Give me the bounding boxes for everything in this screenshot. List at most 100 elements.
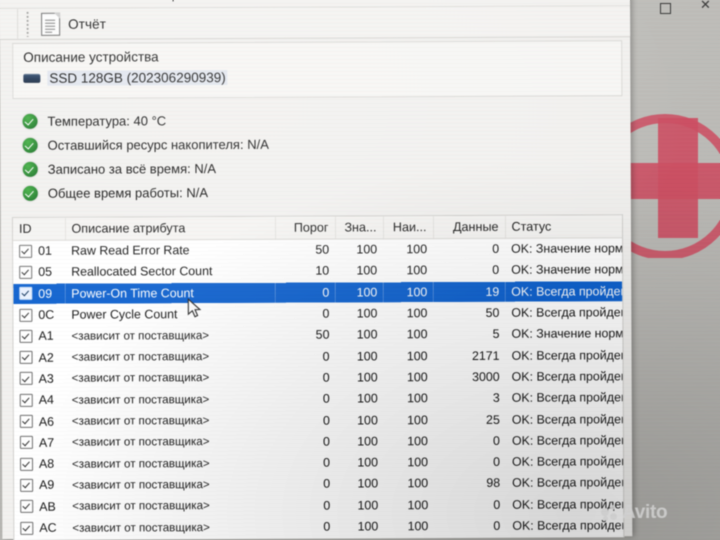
row-id-cell[interactable]: A8 (14, 453, 66, 475)
table-row[interactable]: A7 <зависит от поставщика> 0 100 100 0 OK: Все… (14, 429, 623, 453)
row-worst-cell: 100 (407, 433, 428, 449)
row-id-label: A6 (38, 414, 55, 429)
row-threshold-cell: 0 (323, 476, 331, 492)
table-row[interactable]: AC <зависит от поставщика> 0 100 100 0 OK: Все… (14, 515, 623, 539)
table-header-0[interactable]: ID (12, 217, 66, 241)
table-header-1[interactable]: Описание атрибута (64, 216, 276, 241)
row-id-cell[interactable]: AB (14, 496, 66, 518)
row-value-cell: 100 (357, 412, 378, 427)
row-checkbox[interactable] (19, 372, 33, 386)
device-description-title: Описание устройства (23, 49, 159, 65)
row-status-cell: OK: Значение нормал... (511, 326, 623, 342)
row-data-cell: 0 (492, 433, 500, 448)
row-checkbox[interactable] (19, 457, 34, 471)
table-row[interactable]: A1 <зависит от поставщика> 50 100 100 5 OK: Зн… (13, 323, 623, 347)
row-status-cell: OK: Значение нормал... (511, 241, 623, 256)
row-id-cell[interactable]: A2 (14, 347, 66, 369)
row-checkbox[interactable] (19, 308, 33, 322)
toolbar-drag-grip[interactable] (26, 10, 30, 37)
row-description-cell: <зависит от поставщика> (72, 477, 210, 492)
row-id-cell[interactable]: 05 (13, 262, 65, 284)
row-checkbox[interactable] (19, 287, 33, 301)
row-id-cell[interactable]: AC (14, 517, 66, 539)
table-body: 01 Raw Read Error Rate 50 100 100 0 OK: Значен… (13, 238, 623, 540)
menu-item-help[interactable]: Справка (158, 0, 201, 2)
row-status-cell: OK: Всегда пройдено (511, 390, 623, 405)
row-worst-cell: 100 (407, 519, 429, 534)
row-worst-cell: 100 (406, 370, 428, 385)
row-checkbox[interactable] (20, 500, 34, 514)
row-checkbox[interactable] (19, 393, 33, 407)
row-id-label: 0C (38, 307, 55, 322)
row-description-cell: <зависит от поставщика> (71, 414, 210, 428)
row-id-cell[interactable]: 09 (13, 283, 65, 305)
row-data-cell: 98 (486, 476, 501, 491)
row-id-cell[interactable]: 0C (13, 304, 65, 326)
row-id-label: A7 (38, 435, 55, 450)
row-data-cell: 0 (493, 454, 501, 469)
row-id-label: 09 (38, 286, 53, 301)
table-row[interactable]: A8 <зависит от поставщика> 0 100 100 0 OK: Все… (14, 451, 623, 475)
row-description-cell: Power-On Time Count (71, 285, 194, 301)
row-description-cell: <зависит от поставщика> (71, 392, 210, 407)
maximize-icon[interactable] (660, 0, 671, 14)
close-icon[interactable]: ✕ (700, 0, 711, 13)
row-id-label: A8 (38, 456, 55, 471)
table-row[interactable]: A6 <зависит от поставщика> 0 100 100 25 OK: Вс… (14, 408, 623, 432)
row-id-cell[interactable]: A3 (14, 368, 66, 390)
health-row: Записано за всё время: N/A (22, 155, 543, 181)
row-threshold-cell: 50 (315, 327, 330, 342)
row-status-cell: OK: Всегда пройдено (511, 369, 623, 384)
row-checkbox[interactable] (19, 350, 33, 365)
table-header-5[interactable]: Данные (432, 215, 506, 239)
table-row[interactable]: A3 <зависит от поставщика> 0 100 100 3000 OK: … (14, 366, 623, 390)
report-button[interactable]: Отчёт (33, 10, 114, 38)
row-worst-cell: 100 (406, 242, 428, 257)
table-row[interactable]: AB <зависит от поставщика> 0 100 100 0 OK: Все… (14, 493, 623, 517)
ok-check-icon (22, 113, 38, 129)
row-data-cell: 0 (493, 497, 501, 512)
row-threshold-cell: 0 (323, 455, 331, 470)
row-id-cell[interactable]: A4 (14, 389, 66, 411)
row-threshold-cell: 0 (322, 434, 330, 449)
row-checkbox[interactable] (19, 265, 33, 279)
row-id-cell[interactable]: A6 (14, 411, 66, 433)
row-description-cell: Power Cycle Count (71, 307, 178, 322)
table-row[interactable]: A2 <зависит от поставщика> 0 100 100 2171 OK: … (14, 344, 623, 368)
row-checkbox[interactable] (20, 521, 34, 535)
row-checkbox[interactable] (19, 244, 33, 258)
row-id-label: A1 (38, 329, 54, 344)
row-value-cell: 100 (357, 519, 379, 534)
row-id-cell[interactable]: A9 (14, 474, 66, 496)
row-status-cell: OK: Всегда пройдено (512, 475, 624, 491)
row-status-cell: OK: Всегда пройдено (506, 536, 623, 540)
row-worst-cell: 100 (384, 537, 434, 540)
row-checkbox[interactable] (19, 414, 33, 428)
smart-attributes-table-container[interactable]: ID Описание атрибута Порог Зна... Наи... Данн… (11, 214, 625, 540)
row-id-cell[interactable]: A7 (14, 432, 66, 454)
row-checkbox[interactable] (19, 329, 33, 343)
table-row[interactable]: A4 <зависит от поставщика> 0 100 100 3 OK: Все… (14, 387, 623, 411)
row-data-cell: 25 (486, 412, 500, 427)
row-status-cell: OK: Всегда пройдено (511, 347, 623, 363)
table-header-6[interactable]: Статус (504, 215, 623, 239)
table-row[interactable]: 01 Raw Read Error Rate 50 100 100 0 OK: Значен… (13, 238, 622, 262)
table-row[interactable]: 0C Power Cycle Count 0 100 100 50 OK: Всегда п… (13, 302, 622, 326)
row-id-cell[interactable]: 01 (13, 240, 65, 262)
row-description-cell: Raw Read Error Rate (71, 243, 190, 258)
table-row[interactable]: A9 <зависит от поставщика> 0 100 100 98 OK: Вс… (14, 472, 623, 496)
row-description-cell: <зависит от поставщика> (71, 328, 210, 343)
row-description-cell: <зависит от поставщика> (71, 371, 210, 386)
row-value-cell: 100 (357, 434, 378, 449)
table-header-4[interactable]: Наи... (382, 216, 434, 239)
table-header-3[interactable]: Зна... (334, 216, 384, 240)
row-description-cell: <зависит от поставщика> (72, 499, 210, 513)
row-worst-cell: 100 (407, 391, 428, 406)
row-id-cell[interactable]: A1 (13, 325, 65, 347)
table-row[interactable]: 05 Reallocated Sector Count 10 100 100 0 OK: З… (13, 259, 622, 283)
row-checkbox[interactable] (19, 436, 33, 450)
device-row[interactable]: SSD 128GB (202306290939) (23, 70, 228, 86)
row-checkbox[interactable] (20, 478, 34, 492)
table-header-2[interactable]: Порог (274, 216, 336, 240)
table-row[interactable]: 09 Power-On Time Count 0 100 100 19 OK: Всегда… (13, 280, 623, 305)
